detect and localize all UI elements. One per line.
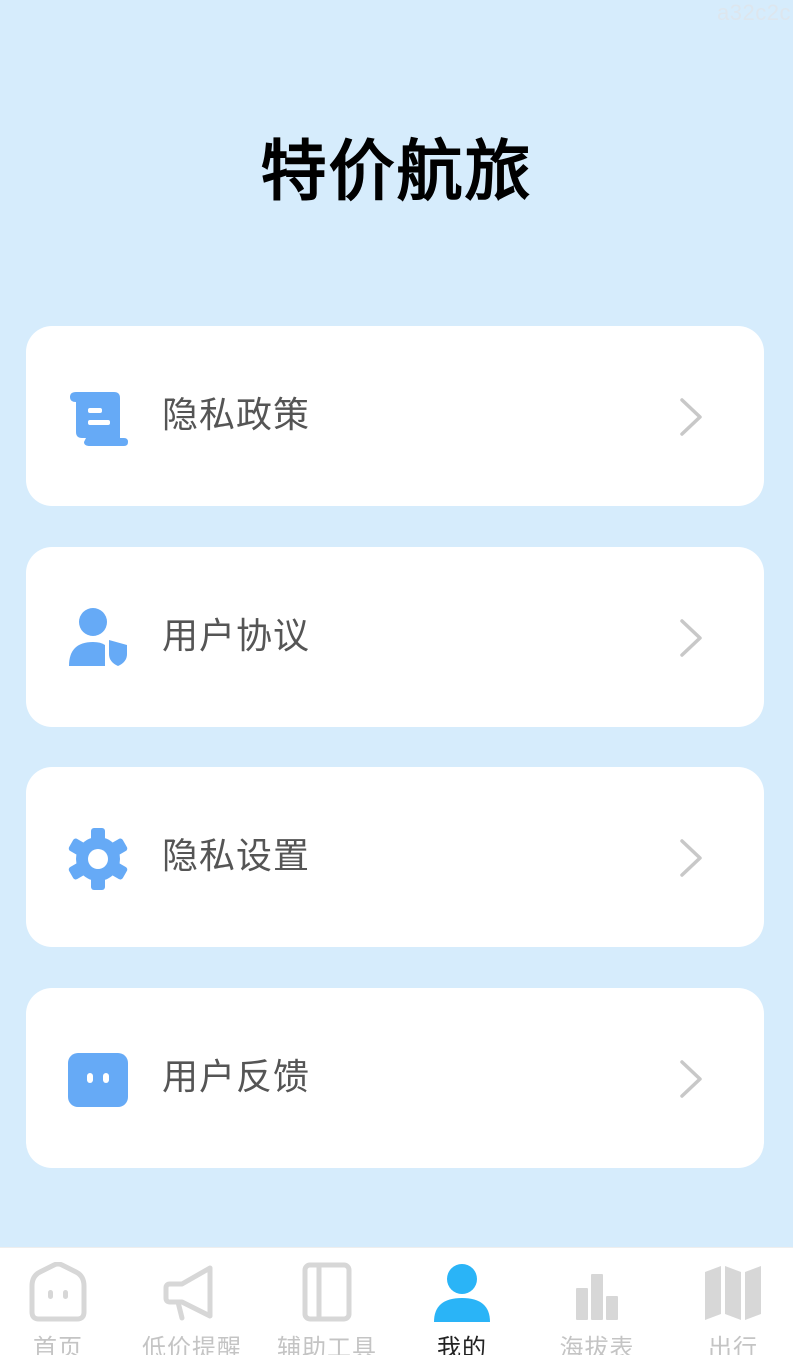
page-title: 特价航旅 <box>260 133 533 210</box>
chevron-right-icon <box>680 1060 702 1098</box>
home-face-icon <box>29 1262 87 1322</box>
tab-price-alert[interactable]: 低价提醒 <box>126 1248 258 1355</box>
profile-page: a32c2c 特价航旅 隐私政策 用户协议 隐私设置 用户反馈 首页 低价提醒 … <box>0 0 793 1355</box>
tab-travel[interactable]: 出行 <box>667 1248 793 1355</box>
menu-item-label: 隐私设置 <box>162 836 311 877</box>
tab-label: 辅助工具 <box>277 1334 377 1355</box>
tab-label: 出行 <box>708 1334 758 1355</box>
map-icon <box>705 1266 761 1320</box>
tab-altimeter[interactable]: 海拔表 <box>531 1248 663 1355</box>
panel-icon <box>302 1262 352 1322</box>
tab-label: 我的 <box>437 1334 487 1355</box>
tab-label: 海拔表 <box>559 1334 635 1355</box>
menu-item-user-agreement[interactable]: 用户协议 <box>26 547 764 727</box>
user-shield-icon <box>66 607 130 671</box>
menu-item-label: 用户反馈 <box>162 1057 311 1098</box>
chevron-right-icon <box>680 839 702 877</box>
feedback-icon <box>66 1048 130 1112</box>
bottom-tab-bar: 首页 低价提醒 辅助工具 我的 海拔表 出行 <box>0 1247 793 1355</box>
tab-label: 低价提醒 <box>142 1334 242 1355</box>
menu-item-privacy-settings[interactable]: 隐私设置 <box>26 767 764 947</box>
tab-tools[interactable]: 辅助工具 <box>261 1248 393 1355</box>
chevron-right-icon <box>680 398 702 436</box>
watermark: a32c2c <box>717 0 791 25</box>
gear-icon <box>66 827 130 891</box>
menu-item-label: 用户协议 <box>162 616 311 657</box>
menu-item-privacy-policy[interactable]: 隐私政策 <box>26 326 764 506</box>
bar-chart-icon <box>576 1274 618 1320</box>
chevron-right-icon <box>680 619 702 657</box>
tab-mine[interactable]: 我的 <box>396 1248 528 1355</box>
person-icon <box>434 1264 490 1322</box>
scroll-icon <box>66 386 130 450</box>
tab-home[interactable]: 首页 <box>0 1248 124 1355</box>
tab-label: 首页 <box>33 1334 83 1355</box>
menu-item-user-feedback[interactable]: 用户反馈 <box>26 988 764 1168</box>
megaphone-icon <box>163 1265 213 1321</box>
menu-item-label: 隐私政策 <box>162 395 311 436</box>
